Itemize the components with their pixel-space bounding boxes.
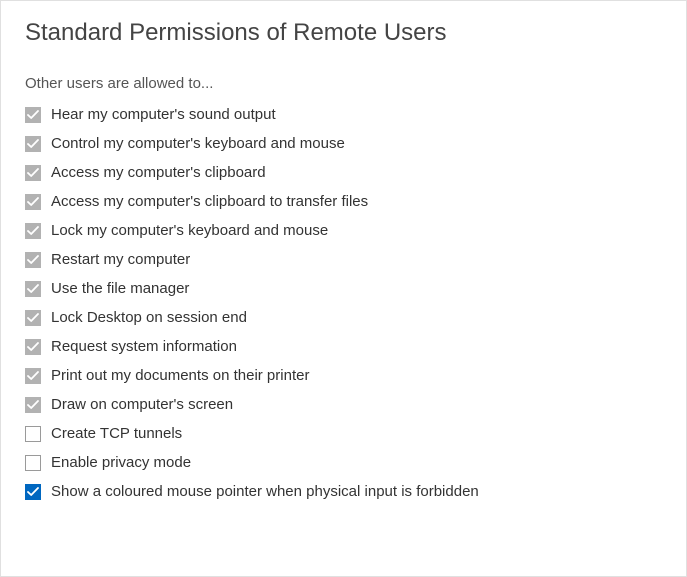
permission-checkbox[interactable] bbox=[25, 310, 41, 326]
check-icon bbox=[27, 110, 39, 120]
permission-label: Lock my computer's keyboard and mouse bbox=[51, 222, 328, 239]
check-icon bbox=[27, 139, 39, 149]
permission-row: Enable privacy mode bbox=[25, 454, 662, 471]
permission-row: Request system information bbox=[25, 338, 662, 355]
permission-checkbox[interactable] bbox=[25, 194, 41, 210]
permission-label: Hear my computer's sound output bbox=[51, 106, 276, 123]
permission-label: Request system information bbox=[51, 338, 237, 355]
permission-checkbox[interactable] bbox=[25, 107, 41, 123]
check-icon bbox=[27, 400, 39, 410]
show-pointer-checkbox[interactable] bbox=[25, 484, 41, 500]
permission-checkbox[interactable] bbox=[25, 368, 41, 384]
permission-checkbox[interactable] bbox=[25, 397, 41, 413]
permission-label: Control my computer's keyboard and mouse bbox=[51, 135, 345, 152]
permission-checkbox[interactable] bbox=[25, 339, 41, 355]
check-icon bbox=[27, 371, 39, 381]
check-icon bbox=[27, 255, 39, 265]
extra-option-row: Show a coloured mouse pointer when physi… bbox=[25, 483, 662, 500]
permission-row: Lock my computer's keyboard and mouse bbox=[25, 222, 662, 239]
permission-label: Lock Desktop on session end bbox=[51, 309, 247, 326]
check-icon bbox=[27, 487, 39, 497]
permission-row: Print out my documents on their printer bbox=[25, 367, 662, 384]
permission-checkbox[interactable] bbox=[25, 455, 41, 471]
permission-label: Use the file manager bbox=[51, 280, 189, 297]
permission-label: Restart my computer bbox=[51, 251, 190, 268]
permission-label: Print out my documents on their printer bbox=[51, 367, 309, 384]
permission-checkbox[interactable] bbox=[25, 426, 41, 442]
check-icon bbox=[27, 284, 39, 294]
spacer bbox=[25, 471, 662, 483]
check-icon bbox=[27, 342, 39, 352]
panel-title: Standard Permissions of Remote Users bbox=[25, 19, 662, 47]
permission-checkbox[interactable] bbox=[25, 281, 41, 297]
permission-row: Create TCP tunnels bbox=[25, 425, 662, 442]
permission-row: Control my computer's keyboard and mouse bbox=[25, 135, 662, 152]
section-label: Other users are allowed to... bbox=[25, 75, 662, 92]
permissions-panel: Standard Permissions of Remote Users Oth… bbox=[0, 0, 687, 577]
check-icon bbox=[27, 197, 39, 207]
permission-label: Access my computer's clipboard bbox=[51, 164, 266, 181]
permission-row: Access my computer's clipboard to transf… bbox=[25, 193, 662, 210]
permission-row: Lock Desktop on session end bbox=[25, 309, 662, 326]
permission-label: Access my computer's clipboard to transf… bbox=[51, 193, 368, 210]
permission-row: Draw on computer's screen bbox=[25, 396, 662, 413]
permission-label: Enable privacy mode bbox=[51, 454, 191, 471]
permission-row: Access my computer's clipboard bbox=[25, 164, 662, 181]
permission-checkbox[interactable] bbox=[25, 136, 41, 152]
permission-checkbox[interactable] bbox=[25, 252, 41, 268]
permission-row: Use the file manager bbox=[25, 280, 662, 297]
check-icon bbox=[27, 313, 39, 323]
permission-checkbox[interactable] bbox=[25, 165, 41, 181]
permission-checkbox[interactable] bbox=[25, 223, 41, 239]
permission-row: Hear my computer's sound output bbox=[25, 106, 662, 123]
permission-row: Restart my computer bbox=[25, 251, 662, 268]
check-icon bbox=[27, 226, 39, 236]
permissions-list: Hear my computer's sound output Control m… bbox=[25, 106, 662, 471]
permission-label: Create TCP tunnels bbox=[51, 425, 182, 442]
check-icon bbox=[27, 168, 39, 178]
show-pointer-label: Show a coloured mouse pointer when physi… bbox=[51, 483, 479, 500]
permission-label: Draw on computer's screen bbox=[51, 396, 233, 413]
